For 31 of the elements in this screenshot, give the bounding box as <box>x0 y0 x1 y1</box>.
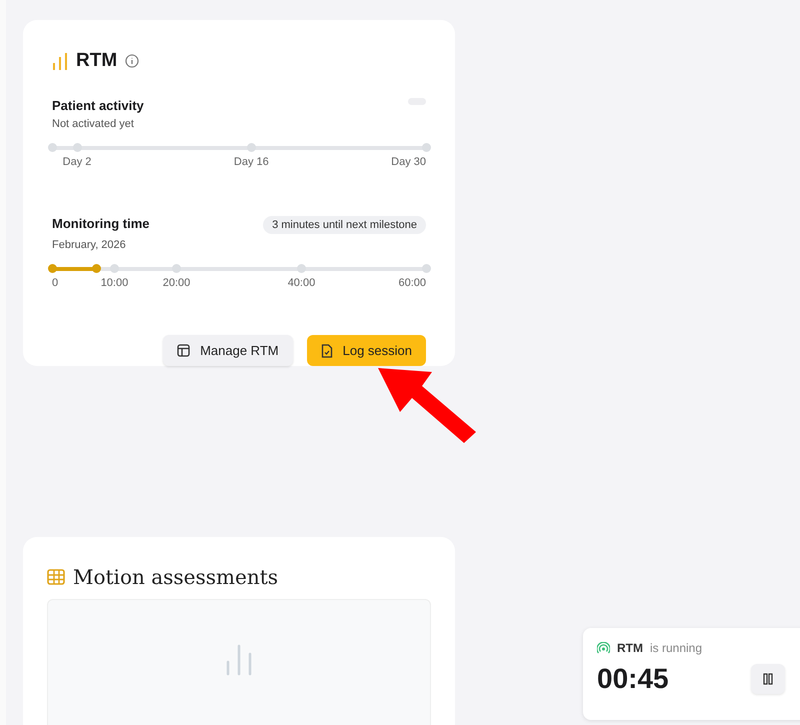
manage-button[interactable]: Manage RTM <box>163 335 293 366</box>
tick-label: 10:00 <box>100 277 128 289</box>
progress-thumb <box>92 264 102 273</box>
tick-label: 20:00 <box>162 277 190 289</box>
bar-chart-icon <box>226 644 252 676</box>
info-icon[interactable] <box>125 54 140 68</box>
pause-icon <box>763 673 773 685</box>
tick-label: Day 16 <box>234 156 269 168</box>
section-title: Patient activity <box>52 98 144 113</box>
section-title: Monitoring time <box>52 216 150 231</box>
pause-button[interactable] <box>751 664 785 694</box>
timer-status: is running <box>650 641 702 655</box>
timer-title: RTM <box>617 641 643 655</box>
table-icon <box>177 344 190 357</box>
grid-icon <box>47 569 65 585</box>
tick-label: 0 <box>52 277 58 289</box>
broadcast-icon <box>597 642 610 654</box>
section-subtitle: Not activated yet <box>52 118 135 130</box>
card-title: Motion assessments <box>73 565 278 589</box>
section-subtitle: February, 2026 <box>52 239 127 251</box>
tick-label: Day 30 <box>391 156 426 168</box>
document-icon <box>320 344 333 358</box>
timer-value: 00:45 <box>597 663 669 695</box>
bar-chart-icon <box>52 52 68 70</box>
tick-label: 60:00 <box>398 277 426 289</box>
tick-label: 40:00 <box>288 277 316 289</box>
milestone-badge: 3 minutes until next milestone <box>263 216 426 234</box>
milestone-dot <box>48 264 56 273</box>
tick-label: Day 2 <box>62 156 92 168</box>
log-session-button[interactable]: Log session <box>306 335 426 366</box>
card-title: RTM <box>76 50 118 72</box>
